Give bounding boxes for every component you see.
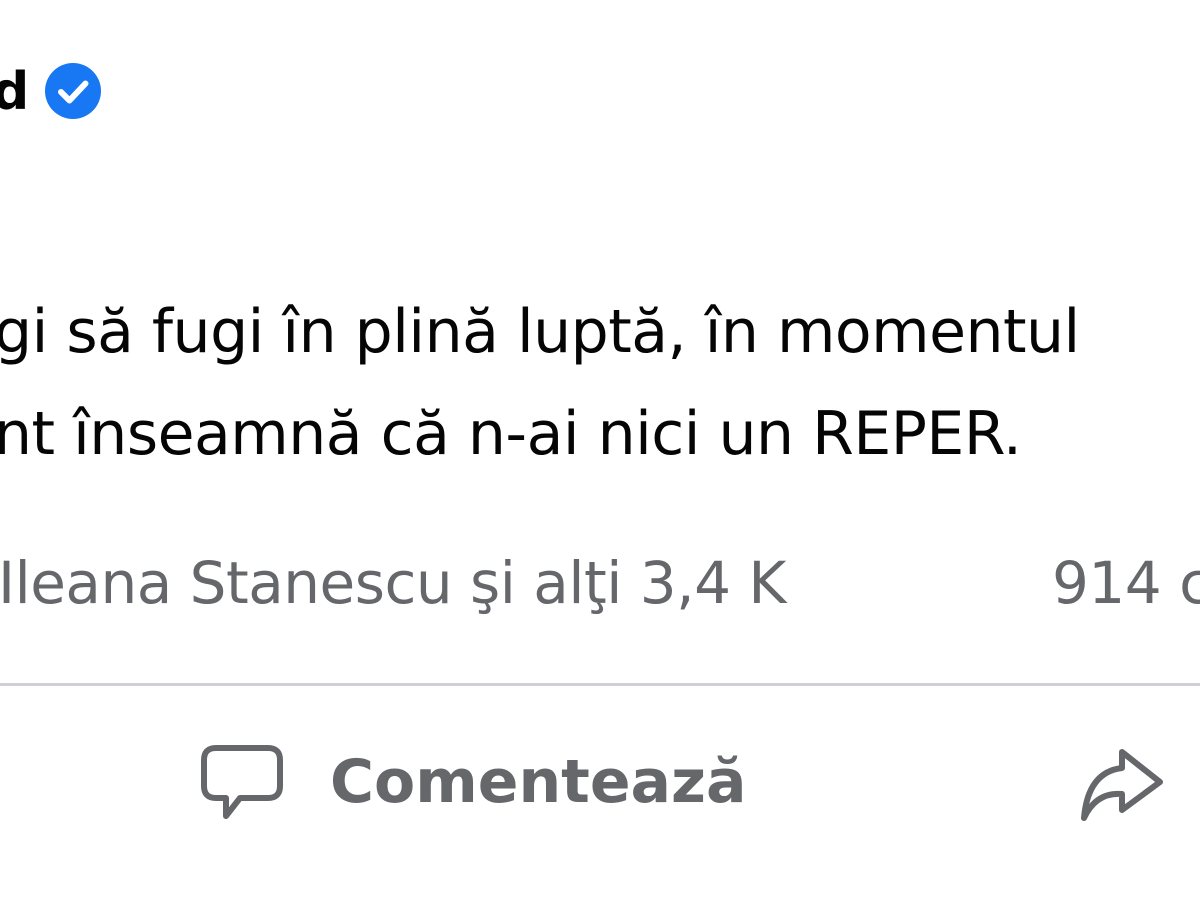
post-text-line: gi să fugi în plină luptă, în momentul xyxy=(0,297,1080,367)
comments-count[interactable]: 914 c xyxy=(1052,548,1200,618)
comment-label: Comentează xyxy=(330,747,747,817)
author-name[interactable]: d xyxy=(0,60,29,124)
post-card: d gi să fugi în plină luptă, în momentul… xyxy=(0,0,1200,900)
verified-check-icon xyxy=(45,63,101,119)
share-arrow-icon xyxy=(1081,749,1163,821)
reactions-summary[interactable]: Ileana Stanescu şi alţi 3,4 K xyxy=(0,548,786,618)
comment-bubble-icon xyxy=(201,745,283,819)
comment-button[interactable]: Comentează xyxy=(196,730,746,834)
share-button[interactable] xyxy=(1076,738,1200,830)
post-text-line: nt înseamnă că n-ai nici un REPER. xyxy=(0,399,1022,469)
divider xyxy=(0,683,1200,686)
